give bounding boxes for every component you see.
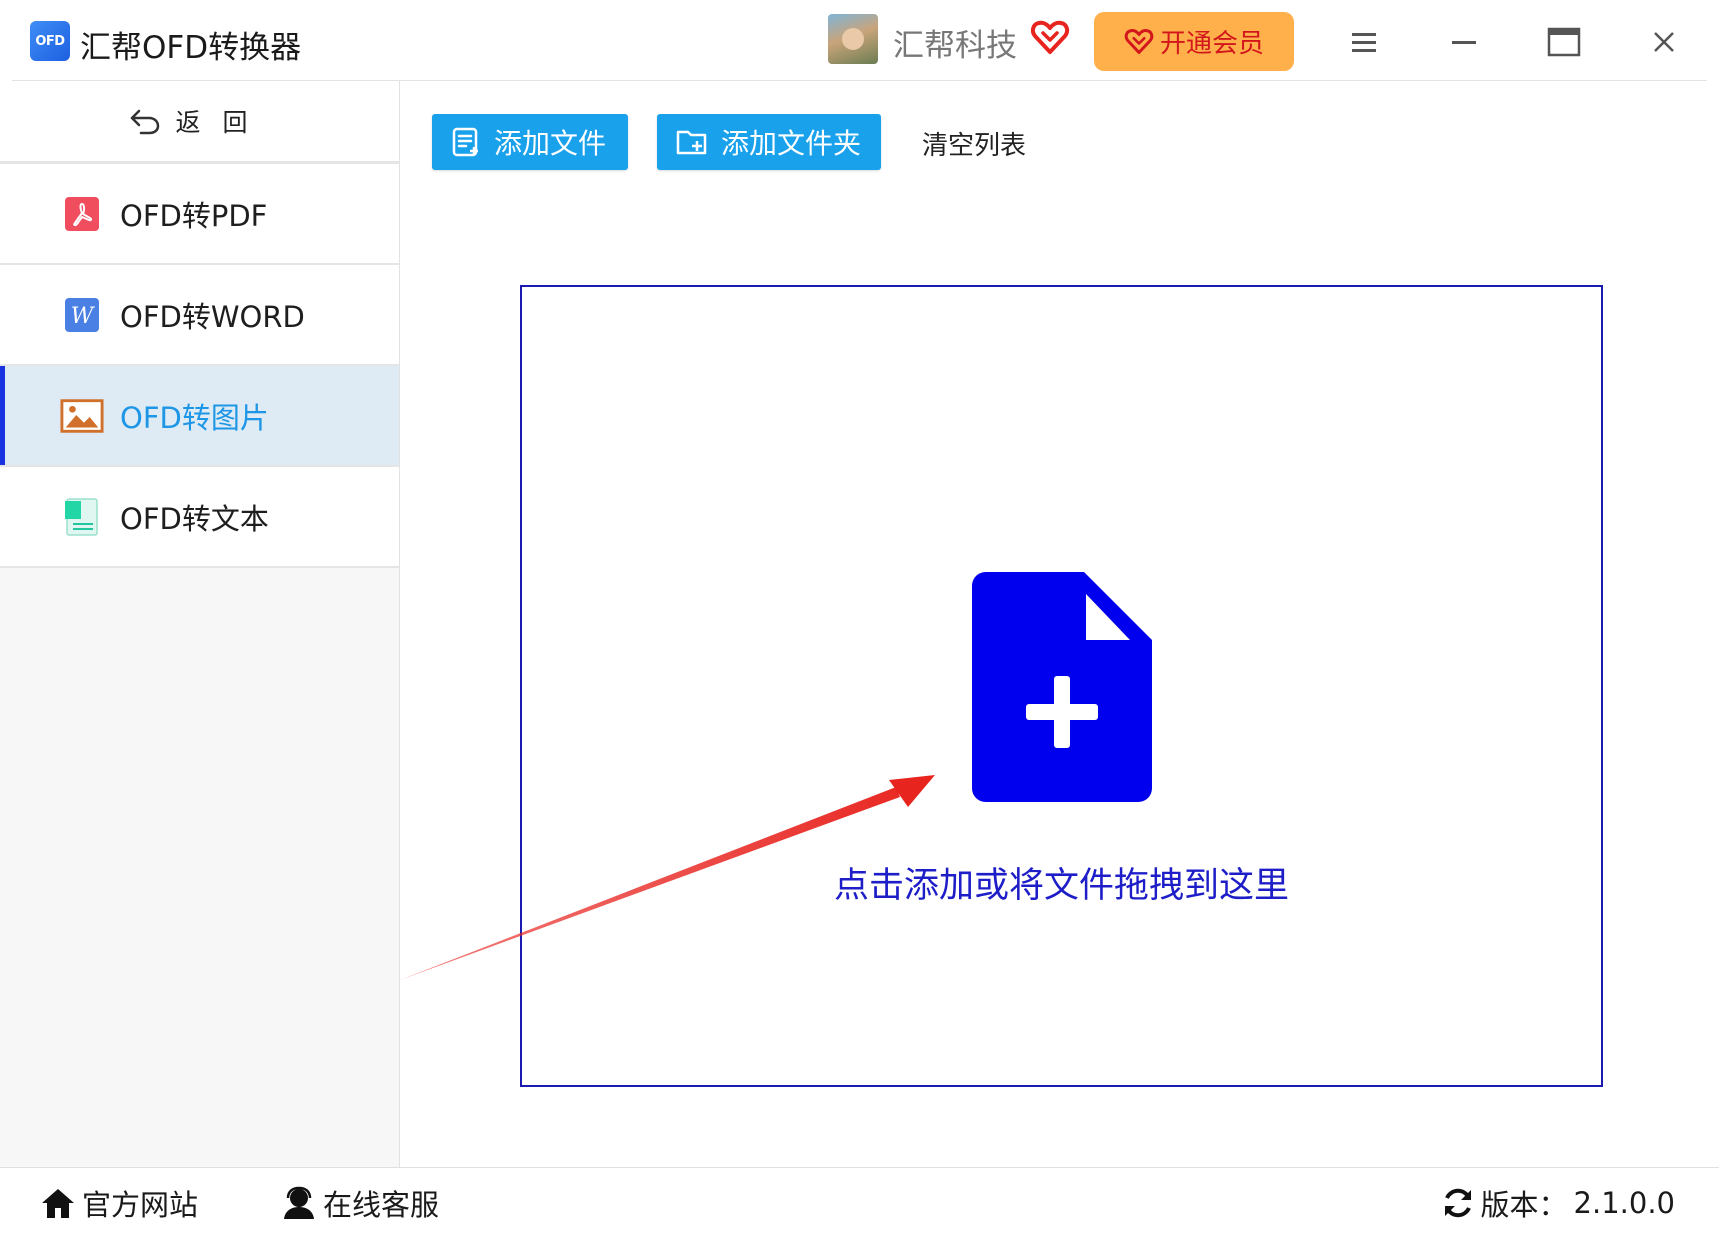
main-panel: 添加文件 添加文件夹 清空列表 点击添加或将文件拖拽到这里 (400, 81, 1719, 1167)
sidebar-item-label: OFD转PDF (120, 198, 268, 233)
close-button[interactable] (1642, 20, 1686, 64)
add-folder-label: 添加文件夹 (721, 127, 862, 160)
minimize-button[interactable] (1442, 20, 1486, 64)
clear-list-button[interactable]: 清空列表 (922, 125, 1026, 162)
add-file-button[interactable]: 添加文件 (432, 114, 628, 170)
vip-heart-small-icon (1124, 28, 1154, 54)
username: 汇帮科技 (893, 28, 1017, 64)
sidebar-item-label: OFD转WORD (120, 299, 305, 334)
add-file-icon (452, 127, 478, 157)
refresh-icon[interactable] (1441, 1186, 1475, 1220)
sidebar-item-label: OFD转图片 (120, 400, 269, 435)
vip-button[interactable]: 开通会员 (1094, 12, 1294, 71)
add-folder-icon (676, 130, 707, 155)
close-icon (1654, 32, 1674, 52)
vip-heart-icon (1030, 20, 1070, 54)
minimize-icon (1452, 41, 1476, 44)
sidebar: 返回 OFD转PDF W OFD转WORD OFD转图片 OFD转文本 (0, 81, 400, 1167)
back-button[interactable]: 返回 (0, 81, 399, 164)
hamburger-icon (1352, 33, 1376, 52)
version-info: 版本： 2.1.0.0 (1441, 1182, 1675, 1224)
sidebar-item-ofd-to-image[interactable]: OFD转图片 (0, 366, 399, 467)
add-folder-button[interactable]: 添加文件夹 (657, 114, 881, 170)
menu-button[interactable] (1342, 20, 1386, 64)
official-website-link[interactable]: 官方网站 (40, 1182, 198, 1224)
sidebar-item-ofd-to-pdf[interactable]: OFD转PDF (0, 164, 399, 265)
svg-text:W: W (71, 304, 96, 329)
file-drop-zone[interactable]: 点击添加或将文件拖拽到这里 (520, 285, 1603, 1087)
back-label: 返回 (175, 108, 270, 137)
drop-zone-label: 点击添加或将文件拖拽到这里 (833, 866, 1289, 906)
word-icon: W (60, 293, 104, 337)
pdf-icon (60, 192, 104, 236)
version-label: 版本： (1480, 1188, 1568, 1222)
home-icon (42, 1189, 74, 1218)
title-bar: OFD 汇帮OFD转换器 汇帮科技 开通会员 (0, 0, 1719, 80)
image-icon (60, 394, 104, 438)
sidebar-item-label: OFD转文本 (120, 501, 269, 536)
app-logo: OFD (30, 21, 70, 61)
sidebar-item-ofd-to-text[interactable]: OFD转文本 (0, 467, 399, 568)
sidebar-item-ofd-to-word[interactable]: W OFD转WORD (0, 265, 399, 366)
maximize-button[interactable] (1542, 20, 1586, 64)
online-support-link[interactable]: 在线客服 (281, 1182, 439, 1224)
back-arrow-icon (131, 109, 160, 135)
app-title: 汇帮OFD转换器 (80, 30, 302, 66)
add-file-label: 添加文件 (494, 127, 607, 160)
footer: 官方网站 在线客服 版本： 2.1.0.0 (0, 1167, 1719, 1234)
online-support-label: 在线客服 (323, 1188, 440, 1222)
file-add-icon (972, 572, 1152, 802)
app-logo-text: OFD (35, 33, 65, 49)
avatar[interactable] (828, 14, 878, 64)
text-icon (60, 495, 104, 539)
customer-service-icon (284, 1186, 314, 1219)
vip-button-label: 开通会员 (1159, 29, 1264, 59)
official-website-label: 官方网站 (82, 1188, 199, 1222)
version-number: 2.1.0.0 (1573, 1186, 1675, 1220)
maximize-icon (1547, 27, 1581, 57)
